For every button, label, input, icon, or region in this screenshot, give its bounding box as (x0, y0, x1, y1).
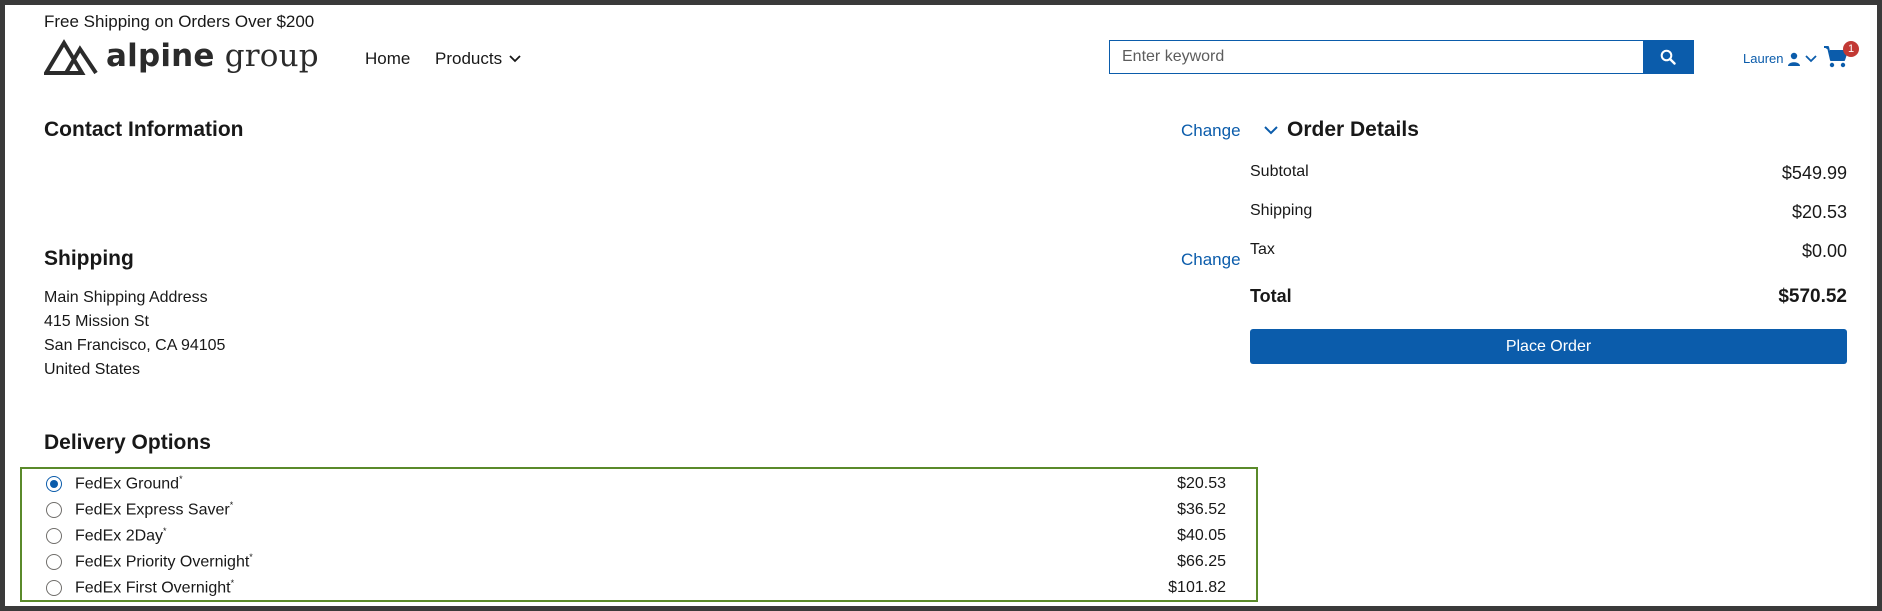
user-menu[interactable]: Lauren (1743, 51, 1818, 66)
total-label: Total (1250, 286, 1292, 306)
contact-title: Contact Information (44, 118, 244, 141)
shipping-title: Shipping (44, 247, 134, 270)
promo-banner: Free Shipping on Orders Over $200 (44, 12, 315, 31)
search-bar (1109, 40, 1694, 74)
subtotal-value: $549.99 (1781, 163, 1847, 183)
nav-products-label: Products (435, 49, 503, 68)
logo-text: alpine group (106, 37, 319, 74)
search-button[interactable] (1643, 41, 1693, 73)
checkout-page: Free Shipping on Orders Over $200 alpine… (5, 5, 1877, 606)
delivery-option-label: FedEx Priority Overnight* (75, 552, 253, 571)
delivery-option-fedex-priority-overnight[interactable]: FedEx Priority Overnight* $66.25 (22, 549, 1256, 575)
delivery-option-price: $66.25 (1177, 553, 1226, 570)
place-order-button[interactable]: Place Order (1250, 329, 1847, 364)
logo[interactable]: alpine group (44, 37, 319, 75)
radio-button[interactable] (46, 580, 62, 596)
delivery-options-group: FedEx Ground* $20.53 FedEx Express Saver… (20, 467, 1258, 602)
delivery-option-fedex-ground[interactable]: FedEx Ground* $20.53 (22, 471, 1256, 497)
contact-change-link[interactable]: Change (1181, 121, 1241, 141)
delivery-option-price: $20.53 (1177, 475, 1226, 492)
search-icon (1660, 49, 1676, 65)
shipping-change-link[interactable]: Change (1181, 250, 1241, 270)
subtotal-label: Subtotal (1250, 163, 1309, 180)
mountain-logo-icon (44, 39, 98, 75)
delivery-option-label: FedEx Ground* (75, 474, 183, 493)
radio-button[interactable] (46, 554, 62, 570)
chevron-down-icon (509, 55, 521, 63)
shipping-cost-value: $20.53 (1791, 202, 1847, 222)
delivery-option-label: FedEx Express Saver* (75, 500, 234, 519)
shipping-address: Main Shipping Address 415 Mission St San… (44, 286, 225, 382)
delivery-option-price: $40.05 (1177, 527, 1226, 544)
search-input[interactable] (1110, 41, 1643, 73)
address-line: San Francisco, CA 94105 (44, 337, 226, 354)
address-line: 415 Mission St (44, 313, 149, 330)
delivery-option-price: $101.82 (1168, 579, 1226, 596)
shipping-cost-label: Shipping (1250, 202, 1313, 219)
chevron-down-icon (1805, 54, 1818, 62)
cart-count-badge: 1 (1843, 41, 1859, 57)
user-icon (1788, 52, 1801, 66)
delivery-option-label: FedEx 2Day* (75, 526, 167, 545)
chevron-down-icon (1264, 126, 1278, 135)
address-line: Main Shipping Address (44, 289, 208, 306)
delivery-option-fedex-express-saver[interactable]: FedEx Express Saver* $36.52 (22, 497, 1256, 523)
delivery-option-fedex-first-overnight[interactable]: FedEx First Overnight* $101.82 (22, 575, 1256, 601)
nav-products[interactable]: Products (435, 49, 522, 69)
delivery-option-fedex-2day[interactable]: FedEx 2Day* $40.05 (22, 523, 1256, 549)
total-value: $570.52 (1778, 286, 1847, 307)
address-line: United States (44, 361, 141, 378)
tax-label: Tax (1250, 241, 1275, 258)
cart-button[interactable]: 1 (1823, 41, 1859, 75)
radio-button[interactable] (46, 502, 62, 518)
radio-button[interactable] (46, 476, 62, 492)
delivery-option-label: FedEx First Overnight* (75, 578, 235, 597)
delivery-option-price: $36.52 (1177, 501, 1226, 518)
user-name: Lauren (1743, 51, 1784, 66)
radio-button[interactable] (46, 528, 62, 544)
tax-value: $0.00 (1801, 241, 1847, 261)
nav-home[interactable]: Home (365, 49, 410, 69)
delivery-title: Delivery Options (44, 431, 211, 454)
order-details-toggle[interactable]: Order Details (1263, 118, 1419, 142)
order-details-title: Order Details (1287, 118, 1419, 141)
